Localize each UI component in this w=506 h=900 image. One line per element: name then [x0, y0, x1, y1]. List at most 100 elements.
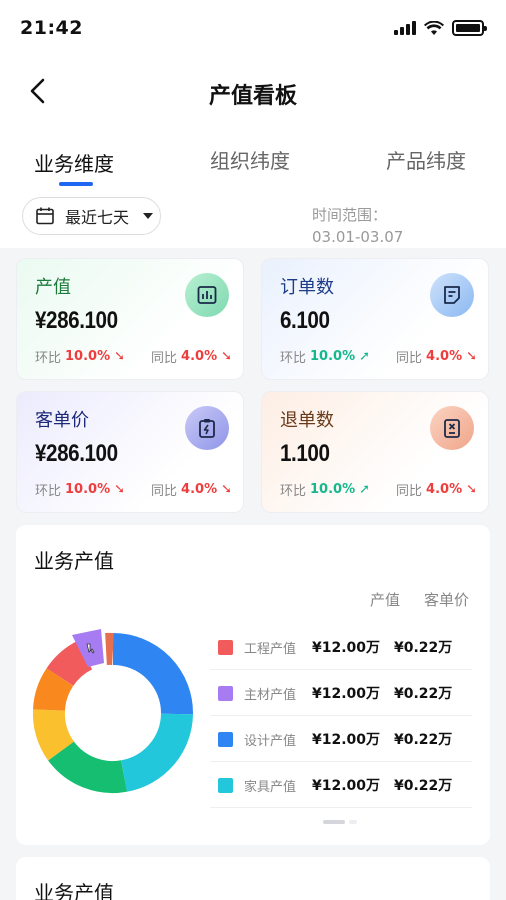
panel-title: 业务产值 [34, 549, 114, 573]
legend-swatch [218, 777, 233, 793]
cancel-doc-icon [430, 406, 474, 450]
kpi-value: 6.100 [280, 307, 330, 334]
kpi-value: 1.100 [280, 440, 330, 467]
legend-swatch [218, 731, 233, 747]
business-output-panel-2: 业务产值 [16, 857, 490, 900]
kpi-card-avg-price[interactable]: 客单价 ¥286.100 环比 10.0% ➘ 同比 4.0% ➘ [16, 391, 244, 513]
legend-avg: ¥0.22万 [394, 686, 453, 702]
legend-swatch [218, 639, 233, 655]
wifi-icon [424, 20, 444, 35]
cellular-signal-icon [394, 21, 416, 35]
mom-value: 10.0% [65, 482, 111, 497]
date-range-dropdown[interactable]: 最近七天 [22, 197, 161, 235]
business-output-panel: 业务产值 产值 客单价 工程产值 ¥12.00万 ¥0.22万 主材产值 ¥12… [16, 525, 490, 845]
tab-active-indicator [59, 182, 93, 186]
legend-avg: ¥0.22万 [394, 778, 453, 794]
kpi-value: ¥286.100 [35, 307, 118, 334]
trend-down-icon: ➘ [114, 482, 126, 497]
legend-avg: ¥0.22万 [394, 732, 453, 748]
time-range: 时间范围： 03.01-03.07 [312, 204, 403, 248]
mom-label: 环比 [280, 484, 307, 499]
battery-icon [452, 20, 487, 36]
donut-segment-orange [33, 668, 74, 712]
page-dot-active [323, 820, 345, 824]
legend-name: 家具产值 [244, 779, 297, 795]
date-range-label: 最近七天 [65, 208, 130, 227]
kpi-card-refunds[interactable]: 退单数 1.100 环比 10.0% ➚ 同比 4.0% ➘ [261, 391, 489, 513]
kpi-title: 客单价 [35, 410, 89, 431]
trend-down-icon: ➘ [221, 349, 233, 364]
legend-row[interactable]: 主材产值 ¥12.00万 ¥0.22万 [210, 671, 472, 716]
donut-segment-engineering [46, 640, 93, 687]
mom-label: 环比 [35, 484, 62, 499]
legend-avg: ¥0.22万 [394, 640, 453, 656]
kpi-title: 订单数 [280, 277, 334, 298]
donut-chart[interactable] [28, 618, 208, 808]
donut-segment-furniture [120, 713, 193, 792]
yoy-label: 同比 [151, 484, 178, 499]
status-time: 21:42 [20, 17, 83, 39]
legend-swatch [218, 685, 233, 701]
yoy-label: 同比 [396, 484, 423, 499]
kpi-meta: 环比 10.0% ➚ 同比 4.0% ➘ [280, 480, 477, 499]
donut-segment-yellow [32, 709, 75, 761]
bar-chart-icon [185, 273, 229, 317]
kpi-meta: 环比 10.0% ➘ 同比 4.0% ➘ [35, 480, 232, 499]
legend-name: 工程产值 [244, 641, 297, 657]
legend-value: ¥12.00万 [312, 686, 381, 702]
donut-segment-green [48, 740, 127, 794]
tab-organization[interactable]: 组织纬度 [210, 145, 290, 174]
panel-title: 业务产值 [34, 881, 114, 900]
legend-row[interactable]: 工程产值 ¥12.00万 ¥0.22万 [210, 625, 472, 670]
mom-value: 10.0% [310, 482, 356, 497]
trend-down-icon: ➘ [221, 482, 233, 497]
legend-row[interactable]: 设计产值 ¥12.00万 ¥0.22万 [210, 717, 472, 762]
yoy-value: 4.0% [426, 482, 463, 497]
note-icon [430, 273, 474, 317]
legend-name: 设计产值 [244, 733, 297, 749]
mom-value: 10.0% [310, 349, 356, 364]
legend-value: ¥12.00万 [312, 732, 381, 748]
page-title: 产值看板 [208, 84, 297, 109]
yoy-value: 4.0% [181, 482, 218, 497]
column-header-avg-price: 客单价 [424, 591, 470, 609]
status-icons [394, 20, 487, 36]
kpi-value: ¥286.100 [35, 440, 118, 467]
page-indicator [323, 820, 357, 824]
time-range-value: 03.01-03.07 [312, 228, 404, 246]
mom-value: 10.0% [65, 349, 111, 364]
yoy-value: 4.0% [181, 349, 218, 364]
legend-name: 主材产值 [244, 687, 297, 703]
tab-business[interactable]: 业务维度 [34, 148, 114, 177]
nav-bar: 产值看板 [0, 64, 506, 120]
kpi-title: 退单数 [280, 410, 334, 431]
yoy-label: 同比 [396, 351, 423, 366]
trend-up-icon: ➚ [359, 482, 371, 497]
status-bar: 21:42 [0, 0, 506, 56]
kpi-card-orders[interactable]: 订单数 6.100 环比 10.0% ➚ 同比 4.0% ➘ [261, 258, 489, 380]
tab-bar: 业务维度 组织纬度 产品纬度 [0, 140, 506, 190]
trend-down-icon: ➘ [114, 349, 126, 364]
column-header-value: 产值 [370, 591, 401, 609]
legend-value: ¥12.00万 [312, 778, 381, 794]
kpi-meta: 环比 10.0% ➘ 同比 4.0% ➘ [35, 347, 232, 366]
trend-up-icon: ➚ [359, 349, 371, 364]
kpi-title: 产值 [35, 277, 71, 298]
trend-down-icon: ➘ [466, 482, 478, 497]
donut-segment-design [112, 633, 193, 715]
mom-label: 环比 [35, 351, 62, 366]
legend-value: ¥12.00万 [312, 640, 381, 656]
tab-product[interactable]: 产品纬度 [386, 145, 466, 174]
yoy-label: 同比 [151, 351, 178, 366]
calendar-icon [36, 207, 54, 225]
trend-down-icon: ➘ [466, 349, 478, 364]
clipboard-bolt-icon [185, 406, 229, 450]
mom-label: 环比 [280, 351, 307, 366]
chevron-down-icon [143, 213, 154, 219]
kpi-card-output[interactable]: 产值 ¥286.100 环比 10.0% ➘ 同比 4.0% ➘ [16, 258, 244, 380]
legend-row[interactable]: 家具产值 ¥12.00万 ¥0.22万 [210, 763, 472, 808]
page-dot [349, 820, 357, 824]
yoy-value: 4.0% [426, 349, 463, 364]
time-range-label: 时间范围： [312, 206, 388, 224]
kpi-meta: 环比 10.0% ➚ 同比 4.0% ➘ [280, 347, 477, 366]
